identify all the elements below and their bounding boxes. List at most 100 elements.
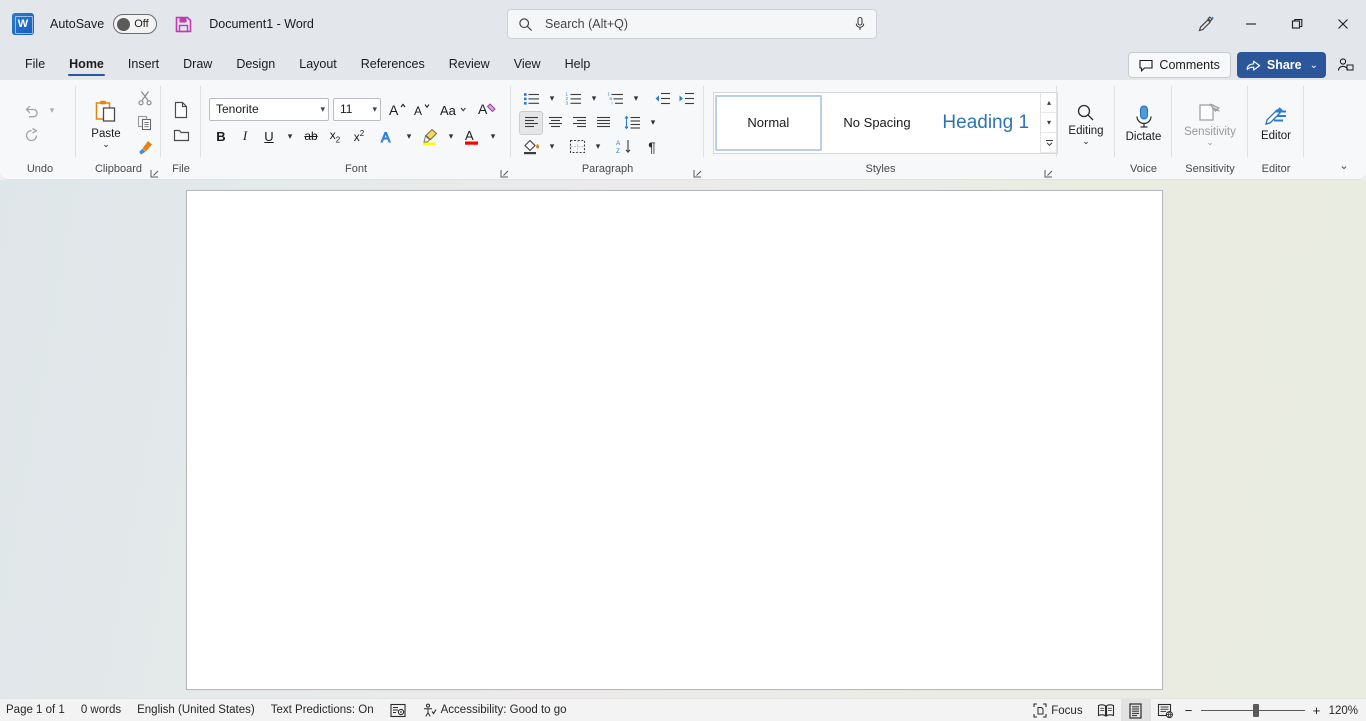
redo-button[interactable] [19,123,43,147]
multilevel-list-dropdown[interactable]: ▾ [627,87,645,111]
font-size-combo[interactable]: 11 ▾ [333,98,381,121]
borders-dropdown[interactable]: ▾ [589,135,607,159]
strikethrough-icon[interactable]: ab [299,124,323,148]
undo-dropdown[interactable]: ▾ [43,98,61,122]
zoom-slider[interactable] [1201,699,1305,721]
read-mode-view-button[interactable] [1091,699,1121,721]
numbered-list-icon[interactable]: 1 2 3 [561,87,585,111]
pilcrow-icon[interactable]: ¶ [640,135,664,159]
styles-scroll-up-button[interactable]: ▴ [1041,93,1057,113]
borders-icon[interactable] [565,135,589,159]
sort-az-icon[interactable]: A Z [612,135,636,159]
open-folder-icon[interactable] [169,123,193,147]
shading-paint-bucket-icon[interactable] [519,135,543,159]
share-button[interactable]: Share ⌄ [1237,52,1326,78]
zoom-level-label[interactable]: 120% [1325,705,1366,717]
bullet-list-icon[interactable] [519,87,543,111]
clear-formatting-icon[interactable]: A [476,97,500,121]
cut-button[interactable] [133,86,157,110]
editor-button[interactable]: Editor [1251,103,1301,142]
zoom-slider-thumb[interactable] [1253,704,1259,717]
close-button[interactable] [1320,0,1366,48]
styles-more-button[interactable] [1041,133,1057,153]
shading-dropdown[interactable]: ▾ [543,135,561,159]
search-input[interactable]: Search (Alt+Q) [507,9,877,39]
word-count-status[interactable]: 0 words [73,699,129,721]
focus-mode-button[interactable]: Focus [1025,699,1090,721]
highlight-color-dropdown[interactable]: ▾ [442,124,460,148]
language-status[interactable]: English (United States) [129,699,263,721]
tab-draw[interactable]: Draw [172,50,223,78]
sensitivity-button[interactable]: Sensitivity ⌄ [1175,99,1245,146]
line-spacing-dropdown[interactable]: ▾ [644,111,662,135]
print-layout-view-button[interactable] [1121,699,1151,721]
clipboard-dialog-launcher[interactable] [150,169,159,178]
style-heading-1[interactable]: Heading 1 [932,95,1039,151]
style-no-spacing[interactable]: No Spacing [824,95,931,151]
text-effects-dropdown[interactable]: ▾ [400,124,418,148]
spelling-and-grammar-check-icon[interactable] [382,699,414,721]
font-color-dropdown[interactable]: ▾ [484,124,502,148]
paste-button[interactable]: Paste ⌄ [79,97,133,148]
minimize-button[interactable] [1228,0,1274,48]
tab-insert[interactable]: Insert [117,50,170,78]
align-right-icon[interactable] [567,111,591,135]
tab-references[interactable]: References [350,50,436,78]
underline-dropdown[interactable]: ▾ [281,124,299,148]
save-icon[interactable] [173,14,193,34]
zoom-out-button[interactable]: − [1181,699,1197,721]
line-spacing-icon[interactable] [620,111,644,135]
italic-icon[interactable]: I [233,124,257,148]
tab-review[interactable]: Review [438,50,501,78]
tab-layout[interactable]: Layout [288,50,348,78]
copy-button[interactable] [133,111,157,135]
editing-button[interactable]: Editing ⌄ [1060,100,1112,145]
page-number-status[interactable]: Page 1 of 1 [0,699,73,721]
web-layout-view-button[interactable] [1151,699,1181,721]
document-page[interactable] [186,190,1163,690]
highlighter-pen-icon[interactable] [418,124,442,148]
maximize-restore-button[interactable] [1274,0,1320,48]
tab-help[interactable]: Help [554,50,602,78]
decrease-font-size-icon[interactable]: A [409,97,433,121]
zoom-in-button[interactable]: + [1309,699,1325,721]
text-effects-icon[interactable]: A [376,124,400,148]
new-page-icon[interactable] [169,98,193,122]
autosave-toggle[interactable]: Off [113,14,157,34]
change-case-icon[interactable]: Aa [437,97,471,121]
dictate-button[interactable]: Dictate [1118,102,1169,143]
numbering-dropdown[interactable]: ▾ [585,87,603,111]
subscript-icon[interactable]: x2 [323,124,347,148]
decrease-indent-icon[interactable] [650,87,674,111]
superscript-icon[interactable]: x2 [347,124,371,148]
tab-file[interactable]: File [14,50,56,78]
microphone-icon[interactable] [852,15,868,33]
styles-gallery-scrollbar[interactable]: ▴ ▾ [1040,93,1057,153]
collapse-ribbon-button[interactable]: ⌄ [1332,155,1356,175]
text-predictions-status[interactable]: Text Predictions: On [263,699,382,721]
ribbon-display-options-icon[interactable] [1332,52,1358,78]
bold-icon[interactable]: B [209,124,233,148]
tab-design[interactable]: Design [225,50,286,78]
undo-button[interactable] [19,98,43,122]
underline-icon[interactable]: U [257,124,281,148]
tab-view[interactable]: View [503,50,552,78]
align-left-icon[interactable] [519,111,543,135]
styles-dialog-launcher[interactable] [1044,169,1053,178]
increase-indent-icon[interactable] [674,87,698,111]
pen-draw-icon[interactable] [1184,8,1228,40]
font-dialog-launcher[interactable] [500,169,509,178]
format-painter-brush-icon[interactable] [133,136,157,160]
multilevel-list-icon[interactable]: 1 a i [603,87,627,111]
bullets-dropdown[interactable]: ▾ [543,87,561,111]
increase-font-size-icon[interactable]: A [385,97,409,121]
tab-home[interactable]: Home [58,50,115,78]
align-center-icon[interactable] [543,111,567,135]
font-name-combo[interactable]: Tenorite ▾ [209,98,329,121]
accessibility-status[interactable]: Accessibility: Good to go [414,699,575,721]
style-normal[interactable]: Normal [715,95,822,151]
font-color-icon[interactable]: A [460,124,484,148]
comments-button[interactable]: Comments [1128,52,1230,78]
styles-scroll-down-button[interactable]: ▾ [1041,113,1057,133]
justify-icon[interactable] [591,111,615,135]
